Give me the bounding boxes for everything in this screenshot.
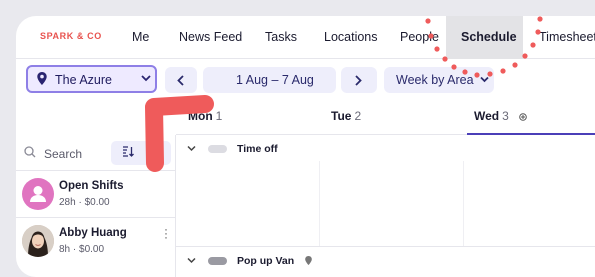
user-icon <box>30 186 46 202</box>
current-day-indicator <box>467 133 595 135</box>
search-input[interactable]: Search <box>44 147 82 161</box>
prev-week-button[interactable] <box>165 67 197 93</box>
view-select[interactable]: Week by Area <box>384 67 494 93</box>
day-header-mon: Mon 1 <box>188 109 222 135</box>
nav-item-locations[interactable]: Locations <box>324 30 378 44</box>
top-nav: SPARK & CO Me News Feed Tasks Locations … <box>16 16 595 59</box>
search-bar: Search <box>16 135 176 171</box>
location-select-label: The Azure <box>55 73 112 87</box>
person-hours-cost: 28h · $0.00 <box>59 197 110 208</box>
next-week-button[interactable] <box>341 67 377 93</box>
divider <box>16 217 176 218</box>
people-sidebar: Search Open Shifts 28h · $0.00 Abby Huan… <box>16 135 176 277</box>
day-header-wed: Wed 3 <box>474 109 527 135</box>
person-name: Open Shifts <box>59 180 124 192</box>
avatar-photo <box>22 225 54 257</box>
nav-item-tasks[interactable]: Tasks <box>265 30 297 44</box>
day-number: 2 <box>354 109 362 123</box>
list-item-abby-huang[interactable]: Abby Huang 8h · $0.00 · · · <box>16 219 176 265</box>
group-title: Pop up Van <box>237 255 295 267</box>
column-divider <box>463 161 464 246</box>
date-range-label: 1 Aug – 7 Aug <box>236 73 314 87</box>
day-name: Tue <box>331 109 352 123</box>
group-row-pop-up-van[interactable]: Pop up Van <box>176 248 595 274</box>
list-item-open-shifts[interactable]: Open Shifts 28h · $0.00 <box>16 172 176 218</box>
nav-item-news-feed[interactable]: News Feed <box>179 30 242 44</box>
group-color-swatch <box>208 145 227 153</box>
more-options-icon[interactable]: · · · <box>164 223 168 243</box>
view-select-label: Week by Area <box>396 73 474 87</box>
brand-logo: SPARK & CO <box>40 31 102 41</box>
chevron-down-icon[interactable] <box>187 257 196 264</box>
avatar <box>22 225 54 257</box>
group-row-time-off[interactable]: Time off <box>176 136 595 162</box>
day-name: Wed <box>474 109 500 123</box>
chevron-down-icon <box>480 76 489 83</box>
add-icon[interactable] <box>519 113 527 121</box>
day-number: 1 <box>215 109 223 123</box>
nav-item-people[interactable]: People <box>400 30 439 44</box>
person-hours-cost: 8h · $0.00 <box>59 244 105 255</box>
location-select[interactable]: The Azure <box>26 65 157 93</box>
avatar <box>22 178 54 210</box>
day-name: Mon <box>188 109 213 123</box>
person-name: Abby Huang <box>59 227 127 239</box>
chevron-right-icon <box>355 75 362 86</box>
chevron-down-icon <box>141 75 151 82</box>
nav-item-me[interactable]: Me <box>132 30 149 44</box>
nav-item-schedule[interactable]: Schedule <box>461 30 517 44</box>
chevron-left-icon <box>177 75 184 86</box>
search-icon <box>24 146 36 158</box>
sort-icon <box>123 146 134 157</box>
nav-item-timesheets[interactable]: Timesheets <box>539 30 595 44</box>
day-header-tue: Tue 2 <box>331 109 361 135</box>
chevron-down-icon[interactable] <box>187 145 196 152</box>
sort-button[interactable] <box>111 141 171 165</box>
map-pin-icon <box>37 72 47 85</box>
row-divider <box>176 246 595 247</box>
column-divider <box>319 161 320 246</box>
group-title: Time off <box>237 143 278 155</box>
date-range-button[interactable]: 1 Aug – 7 Aug <box>203 67 336 93</box>
day-number: 3 <box>502 109 509 123</box>
app-window: SPARK & CO Me News Feed Tasks Locations … <box>16 16 595 277</box>
group-color-swatch <box>208 257 227 265</box>
map-pin-icon <box>305 256 312 265</box>
